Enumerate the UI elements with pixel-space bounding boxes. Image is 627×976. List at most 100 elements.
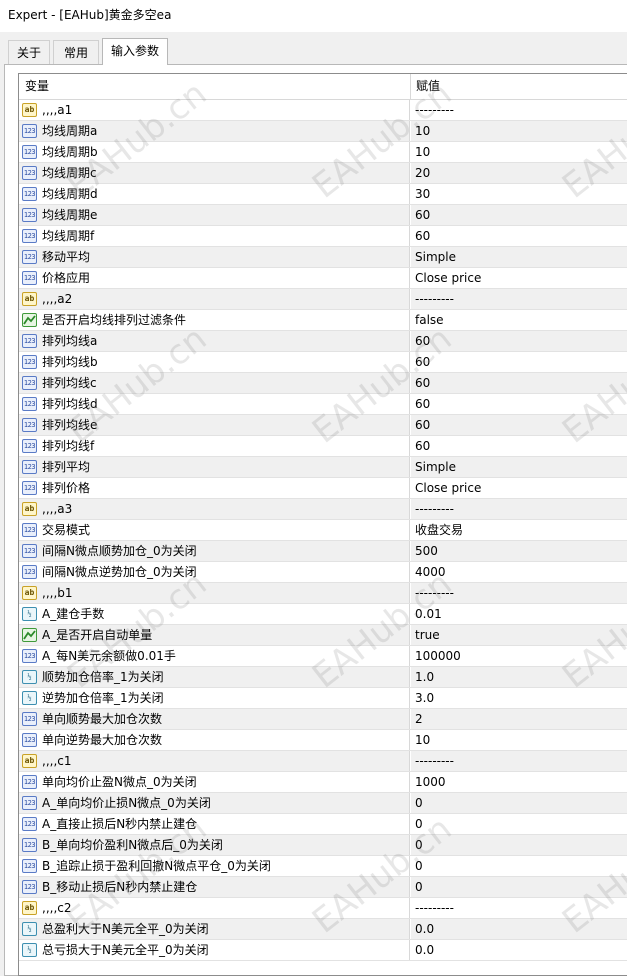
value-cell[interactable]: --------- — [411, 751, 627, 771]
value-cell[interactable]: Close price — [411, 268, 627, 288]
value-cell[interactable]: 60 — [411, 226, 627, 246]
table-row[interactable]: 123 单向均价止盈N微点_0为关闭 1000 — [19, 772, 627, 793]
string-icon: ab — [22, 103, 37, 117]
value-cell[interactable]: Simple — [411, 247, 627, 267]
inputs-grid[interactable]: 变量 赋值 ab ,,,,a1 --------- 123 均线周期a 10 123 均线周期… — [18, 73, 627, 976]
table-row[interactable]: 123 A_每N美元余额做0.01手 100000 — [19, 646, 627, 667]
value-cell[interactable]: 10 — [411, 121, 627, 141]
value-cell[interactable]: 3.0 — [411, 688, 627, 708]
table-row[interactable]: 123 均线周期e 60 — [19, 205, 627, 226]
value-cell[interactable]: --------- — [411, 289, 627, 309]
value-cell[interactable]: --------- — [411, 499, 627, 519]
value-cell[interactable]: 1.0 — [411, 667, 627, 687]
value-cell[interactable]: 60 — [411, 352, 627, 372]
table-row[interactable]: ½ 总亏损大于N美元全平_0为关闭 0.0 — [19, 940, 627, 961]
variable-cell: ab ,,,,a2 — [19, 289, 410, 309]
value-cell[interactable]: 收盘交易 — [411, 520, 627, 540]
table-row[interactable]: ab ,,,,a1 --------- — [19, 100, 627, 121]
value-cell[interactable]: 20 — [411, 163, 627, 183]
table-row[interactable]: 123 B_单向均价盈利N微点后_0为关闭 0 — [19, 835, 627, 856]
value-cell[interactable]: 10 — [411, 142, 627, 162]
value-cell[interactable]: 1000 — [411, 772, 627, 792]
table-row[interactable]: 123 价格应用 Close price — [19, 268, 627, 289]
table-row[interactable]: ab ,,,,a2 --------- — [19, 289, 627, 310]
value-cell[interactable]: 60 — [411, 394, 627, 414]
table-row[interactable]: 123 排列均线a 60 — [19, 331, 627, 352]
table-row[interactable]: A_是否开启自动单量 true — [19, 625, 627, 646]
table-row[interactable]: 123 排列均线d 60 — [19, 394, 627, 415]
value-cell[interactable]: 0 — [411, 814, 627, 834]
header-value[interactable]: 赋值 — [416, 74, 440, 99]
table-row[interactable]: 123 均线周期d 30 — [19, 184, 627, 205]
table-row[interactable]: 123 排列均线c 60 — [19, 373, 627, 394]
table-row[interactable]: 123 间隔N微点顺势加仓_0为关闭 500 — [19, 541, 627, 562]
variable-name: 均线周期b — [42, 145, 98, 159]
table-row[interactable]: ab ,,,,b1 --------- — [19, 583, 627, 604]
table-row[interactable]: 123 排列价格 Close price — [19, 478, 627, 499]
value-cell[interactable]: 2 — [411, 709, 627, 729]
value-cell[interactable]: false — [411, 310, 627, 330]
table-row[interactable]: 123 排列平均 Simple — [19, 457, 627, 478]
tab-inputs[interactable]: 输入参数 — [102, 38, 168, 65]
tab-about[interactable]: 关于 — [8, 40, 50, 64]
value-cell[interactable]: 0.01 — [411, 604, 627, 624]
variable-value: 60 — [415, 355, 431, 369]
table-row[interactable]: 123 B_移动止损后N秒内禁止建仓 0 — [19, 877, 627, 898]
table-row[interactable]: 123 单向逆势最大加仓次数 10 — [19, 730, 627, 751]
variable-value: false — [415, 313, 444, 327]
value-cell[interactable]: 0.0 — [411, 919, 627, 939]
value-cell[interactable]: --------- — [411, 583, 627, 603]
header-separator[interactable] — [410, 74, 411, 99]
value-cell[interactable]: Simple — [411, 457, 627, 477]
value-cell[interactable]: 10 — [411, 730, 627, 750]
header-variable[interactable]: 变量 — [25, 74, 49, 99]
variable-name: ,,,,c1 — [42, 754, 72, 768]
value-cell[interactable]: 60 — [411, 205, 627, 225]
value-cell[interactable]: 0.0 — [411, 940, 627, 960]
value-cell[interactable]: 0 — [411, 835, 627, 855]
integer-icon: 123 — [22, 187, 37, 201]
value-cell[interactable]: 60 — [411, 415, 627, 435]
value-cell[interactable]: 0 — [411, 877, 627, 897]
value-cell[interactable]: 60 — [411, 331, 627, 351]
value-cell[interactable]: 0 — [411, 856, 627, 876]
variable-value: 60 — [415, 439, 431, 453]
table-row[interactable]: 123 移动平均 Simple — [19, 247, 627, 268]
table-row[interactable]: 123 间隔N微点逆势加仓_0为关闭 4000 — [19, 562, 627, 583]
table-row[interactable]: 123 单向顺势最大加仓次数 2 — [19, 709, 627, 730]
table-row[interactable]: ½ 顺势加仓倍率_1为关闭 1.0 — [19, 667, 627, 688]
table-row[interactable]: ½ A_建仓手数 0.01 — [19, 604, 627, 625]
table-row[interactable]: ab ,,,,c1 --------- — [19, 751, 627, 772]
table-row[interactable]: 123 排列均线f 60 — [19, 436, 627, 457]
window-title-bar: Expert - [EAHub]黄金多空ea — [0, 0, 627, 32]
table-row[interactable]: 123 均线周期f 60 — [19, 226, 627, 247]
value-cell[interactable]: 30 — [411, 184, 627, 204]
table-row[interactable]: ½ 逆势加仓倍率_1为关闭 3.0 — [19, 688, 627, 709]
value-cell[interactable]: true — [411, 625, 627, 645]
value-cell[interactable]: 100000 — [411, 646, 627, 666]
table-row[interactable]: ab ,,,,a3 --------- — [19, 499, 627, 520]
variable-value: 60 — [415, 397, 431, 411]
value-cell[interactable]: --------- — [411, 898, 627, 918]
value-cell[interactable]: --------- — [411, 100, 627, 120]
value-cell[interactable]: 0 — [411, 793, 627, 813]
table-row[interactable]: ½ 总盈利大于N美元全平_0为关闭 0.0 — [19, 919, 627, 940]
value-cell[interactable]: 4000 — [411, 562, 627, 582]
value-cell[interactable]: 60 — [411, 436, 627, 456]
value-cell[interactable]: 500 — [411, 541, 627, 561]
value-cell[interactable]: 60 — [411, 373, 627, 393]
table-row[interactable]: 是否开启均线排列过滤条件 false — [19, 310, 627, 331]
table-row[interactable]: 123 均线周期a 10 — [19, 121, 627, 142]
table-row[interactable]: 123 排列均线e 60 — [19, 415, 627, 436]
table-row[interactable]: 123 A_单向均价止损N微点_0为关闭 0 — [19, 793, 627, 814]
table-row[interactable]: 123 排列均线b 60 — [19, 352, 627, 373]
table-row[interactable]: 123 均线周期b 10 — [19, 142, 627, 163]
integer-icon: 123 — [22, 250, 37, 264]
table-row[interactable]: ab ,,,,c2 --------- — [19, 898, 627, 919]
table-row[interactable]: 123 A_直接止损后N秒内禁止建仓 0 — [19, 814, 627, 835]
table-row[interactable]: 123 B_追踪止损于盈利回撤N微点平仓_0为关闭 0 — [19, 856, 627, 877]
value-cell[interactable]: Close price — [411, 478, 627, 498]
tab-common[interactable]: 常用 — [53, 40, 99, 64]
table-row[interactable]: 123 均线周期c 20 — [19, 163, 627, 184]
table-row[interactable]: 123 交易模式 收盘交易 — [19, 520, 627, 541]
